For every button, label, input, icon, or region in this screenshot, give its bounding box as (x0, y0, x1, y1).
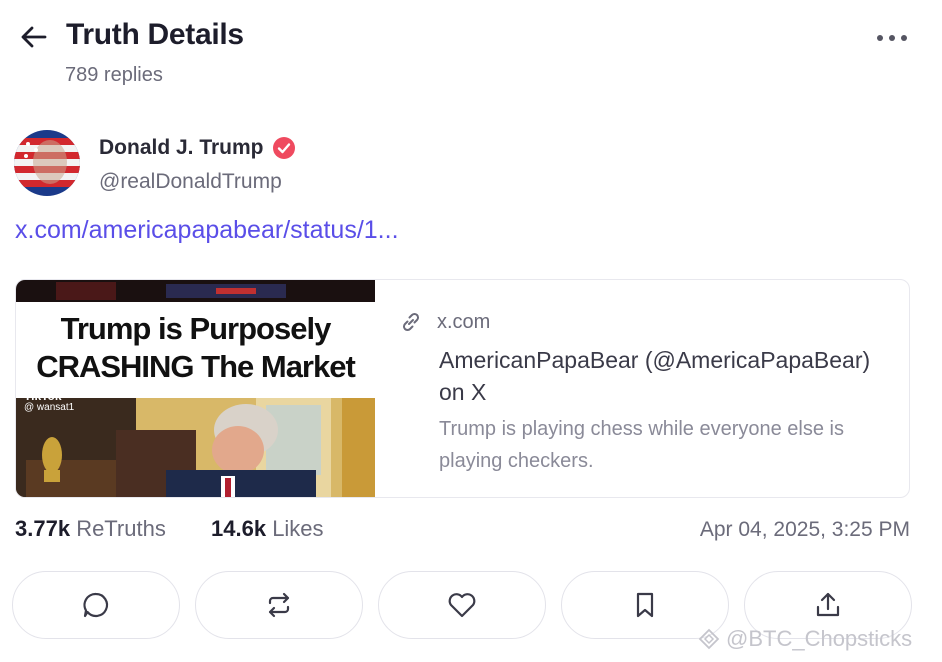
thumbnail-overlay: TikTok @ wansat1 (24, 390, 74, 414)
card-domain-row: x.com (399, 310, 490, 334)
retruth-icon (268, 592, 290, 618)
thumbnail-headline-line1: Trump is Purposely (60, 311, 332, 346)
back-button[interactable] (16, 20, 50, 54)
card-title: AmericanPapaBear (@AmericaPapaBear) on X (439, 347, 871, 405)
back-arrow-icon (21, 26, 47, 48)
page-title: Truth Details (66, 18, 244, 51)
link-preview-card[interactable]: Trump is Purposely CRASHING The Market T… (15, 279, 910, 498)
tiktok-label: TikTok (24, 389, 62, 403)
thumbnail-headline-line2: CRASHING The Market (36, 349, 356, 384)
more-dots-icon (877, 35, 907, 41)
card-description: Trump is playing chess while everyone el… (439, 418, 844, 472)
more-options-button[interactable] (872, 24, 912, 52)
post-stats: 3.77k ReTruths 14.6k Likes Apr 04, 2025,… (15, 516, 910, 546)
like-button[interactable] (378, 571, 546, 639)
retruths-count: 3.77k (15, 516, 71, 541)
watermark: @BTC_Chopsticks (698, 626, 912, 652)
post-timestamp: Apr 04, 2025, 3:25 PM (699, 518, 910, 541)
watermark-text: @BTC_Chopsticks (726, 626, 913, 651)
like-icon (448, 593, 476, 618)
post-author: Donald J. Trump @realDonaldTrump (14, 128, 614, 198)
card-domain: x.com (437, 310, 491, 333)
likes-stat[interactable]: 14.6k Likes (211, 516, 324, 542)
retruths-label: ReTruths (76, 516, 166, 541)
bookmark-icon (636, 592, 654, 618)
likes-count: 14.6k (211, 516, 267, 541)
likes-label: Likes (272, 516, 324, 541)
share-icon (816, 592, 840, 617)
author-handle[interactable]: @realDonaldTrump (99, 170, 282, 194)
author-name[interactable]: Donald J. Trump (99, 136, 296, 160)
reply-button[interactable] (12, 571, 180, 639)
watermark-logo-icon (698, 628, 720, 650)
author-name-text: Donald J. Trump (99, 136, 264, 159)
retruth-button[interactable] (195, 571, 363, 639)
retruths-stat[interactable]: 3.77k ReTruths (15, 516, 166, 542)
reply-icon (83, 592, 109, 618)
card-body: x.com AmericanPapaBear (@AmericaPapaBear… (375, 280, 909, 497)
link-icon (402, 312, 420, 332)
avatar[interactable] (14, 130, 80, 196)
card-thumbnail: Trump is Purposely CRASHING The Market T… (16, 280, 375, 497)
verified-badge-icon (272, 137, 295, 159)
post-link[interactable]: x.com/americapapabear/status/1... (15, 216, 399, 245)
tiktok-user: @ wansat1 (24, 402, 75, 413)
page-header: Truth Details 789 replies (16, 14, 926, 94)
reply-count: 789 replies (65, 64, 163, 86)
thumbnail-headline: Trump is Purposely CRASHING The Market (16, 310, 375, 386)
